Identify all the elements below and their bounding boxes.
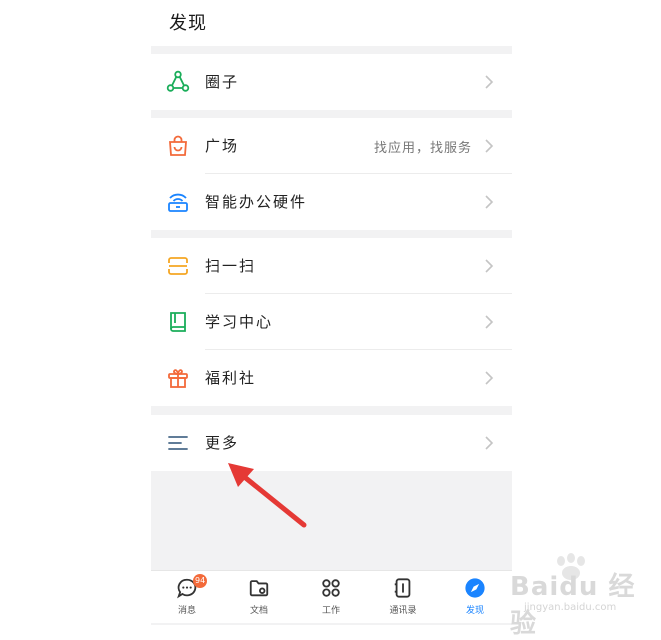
tab-contacts[interactable]: 通讯录 bbox=[367, 571, 439, 623]
menu-item-label: 智能办公硬件 bbox=[205, 193, 308, 211]
tab-messages[interactable]: 94 消息 bbox=[151, 571, 223, 623]
group-plaza: 广场 找应用，找服务 智能办公硬件 bbox=[151, 118, 512, 230]
group-circle: 圈子 bbox=[151, 54, 512, 110]
phone-screen: 发现 圈子 广场 找应用，找服务 智能办公硬件 扫一扫 学习中心 福利社 更多 … bbox=[151, 0, 512, 625]
menu-item-circle[interactable]: 圈子 bbox=[151, 54, 512, 110]
group-tools: 扫一扫 学习中心 福利社 bbox=[151, 238, 512, 406]
tab-label: 发现 bbox=[465, 606, 484, 616]
tab-label: 工作 bbox=[321, 606, 340, 616]
menu-item-welfare[interactable]: 福利社 bbox=[151, 350, 512, 406]
tab-label: 文档 bbox=[249, 606, 268, 616]
chevron-right-icon bbox=[485, 436, 494, 450]
chevron-right-icon bbox=[485, 139, 494, 153]
menu-item-label: 圈子 bbox=[205, 73, 240, 91]
menu-lines-icon bbox=[168, 436, 188, 450]
page-header: 发现 bbox=[151, 0, 512, 46]
unread-badge: 94 bbox=[193, 574, 208, 588]
bottom-tab-bar: 94 消息 文档 工作 通讯录 发现 bbox=[151, 570, 512, 623]
tab-work[interactable]: 工作 bbox=[295, 571, 367, 623]
chevron-right-icon bbox=[485, 371, 494, 385]
annotation-arrow-icon bbox=[228, 463, 307, 528]
router-icon bbox=[168, 193, 188, 212]
menu-item-label: 广场 bbox=[205, 137, 240, 155]
menu-item-plaza[interactable]: 广场 找应用，找服务 bbox=[151, 118, 512, 174]
menu-item-scan[interactable]: 扫一扫 bbox=[151, 238, 512, 294]
menu-item-more[interactable]: 更多 bbox=[151, 415, 512, 471]
scan-icon bbox=[168, 257, 188, 275]
menu-item-smart-hardware[interactable]: 智能办公硬件 bbox=[151, 174, 512, 230]
contacts-book-icon bbox=[394, 578, 411, 598]
circle-network-icon bbox=[166, 70, 190, 92]
chevron-right-icon bbox=[485, 75, 494, 89]
page-title: 发现 bbox=[169, 13, 207, 34]
group-more: 更多 bbox=[151, 415, 512, 471]
menu-item-learning-center[interactable]: 学习中心 bbox=[151, 294, 512, 350]
menu-item-label: 学习中心 bbox=[205, 313, 274, 331]
chevron-right-icon bbox=[485, 315, 494, 329]
book-icon bbox=[170, 312, 186, 332]
tab-label: 消息 bbox=[177, 606, 196, 616]
compass-icon bbox=[465, 578, 485, 598]
menu-item-label: 更多 bbox=[205, 434, 240, 452]
folder-icon bbox=[249, 580, 269, 597]
tab-label: 通讯录 bbox=[389, 606, 417, 616]
chevron-right-icon bbox=[485, 259, 494, 273]
chevron-right-icon bbox=[485, 195, 494, 209]
menu-item-label: 扫一扫 bbox=[205, 257, 257, 275]
tab-documents[interactable]: 文档 bbox=[223, 571, 295, 623]
menu-item-label: 福利社 bbox=[205, 369, 257, 387]
tab-discover[interactable]: 发现 bbox=[439, 571, 511, 623]
gift-icon bbox=[168, 369, 188, 388]
grid-apps-icon bbox=[322, 579, 340, 597]
shopping-bag-icon bbox=[169, 135, 187, 156]
watermark-subtext: jingyan.baidu.com bbox=[524, 602, 617, 613]
menu-item-subtitle: 找应用，找服务 bbox=[373, 141, 472, 156]
